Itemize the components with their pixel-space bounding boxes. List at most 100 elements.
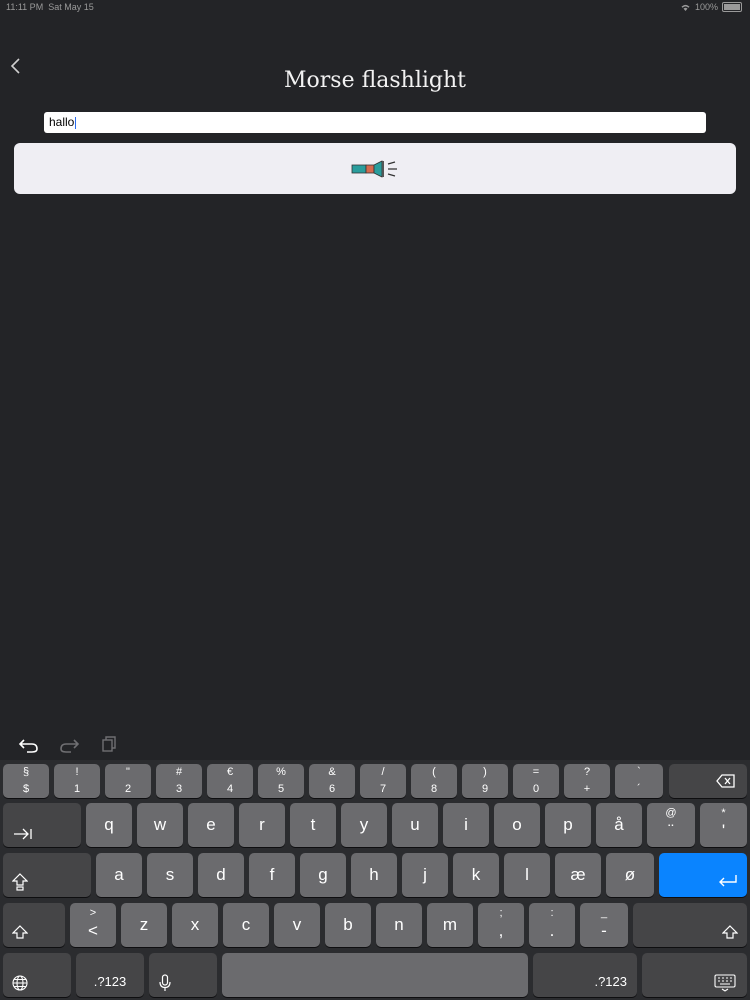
key-bottom-char: , <box>498 921 504 940</box>
key-o[interactable]: o <box>494 803 540 847</box>
key-d[interactable]: d <box>198 853 244 897</box>
message-input[interactable]: hallo <box>44 112 706 133</box>
key-char: e <box>206 815 216 834</box>
key-f[interactable]: f <box>249 853 295 897</box>
key-u[interactable]: u <box>392 803 438 847</box>
key-char: c <box>241 915 251 934</box>
numbers-key-left[interactable]: .?123 <box>76 953 144 997</box>
wifi-icon <box>681 4 690 11</box>
key-q[interactable]: q <box>86 803 132 847</box>
paste-button[interactable] <box>98 734 120 754</box>
key-number-6[interactable]: & 6 <box>309 764 355 798</box>
key-char: æ <box>570 865 586 884</box>
key-number-8[interactable]: (8 <box>411 764 457 798</box>
keyboard-toolbar <box>0 728 750 760</box>
globe-key[interactable] <box>3 953 71 997</box>
key-bottom-char: 7 <box>379 783 387 795</box>
key-bottom-char: ´ <box>637 783 641 795</box>
status-bar: 11:11 PM Sat May 15 100% <box>0 0 750 16</box>
key-z[interactable]: z <box>121 903 167 947</box>
flashlight-icon <box>351 159 397 178</box>
shift-right-key[interactable] <box>633 903 747 947</box>
key-number-10[interactable]: = 0 <box>513 764 559 798</box>
key-y[interactable]: y <box>341 803 387 847</box>
space-key[interactable] <box>222 953 528 997</box>
key-h[interactable]: h <box>351 853 397 897</box>
backspace-key[interactable] <box>669 764 747 798</box>
shift-left-key[interactable] <box>3 903 65 947</box>
key-l[interactable]: l <box>504 853 550 897</box>
key-r[interactable]: r <box>239 803 285 847</box>
key-ae[interactable]: æ <box>555 853 601 897</box>
undo-button[interactable] <box>18 734 40 754</box>
key-char: l <box>525 865 529 884</box>
key-aa[interactable]: å <box>596 803 642 847</box>
hide-keyboard-key[interactable] <box>642 953 747 997</box>
key-number-1[interactable]: ! 1 <box>54 764 100 798</box>
key-greater-less[interactable]: > < <box>70 903 116 947</box>
key-number-11[interactable]: ? + <box>564 764 610 798</box>
key-j[interactable]: j <box>402 853 448 897</box>
key-top-char: / <box>381 766 385 778</box>
key-v[interactable]: v <box>274 903 320 947</box>
key-number-3[interactable]: #3 <box>156 764 202 798</box>
key-k[interactable]: k <box>453 853 499 897</box>
tab-icon <box>14 828 32 840</box>
key-top-char: € <box>226 766 234 778</box>
status-time-date: 11:11 PM Sat May 15 <box>6 2 94 12</box>
key-number-4[interactable]: €4 <box>207 764 253 798</box>
key-number-5[interactable]: % 5 <box>258 764 304 798</box>
key-n[interactable]: n <box>376 903 422 947</box>
redo-icon <box>60 739 80 753</box>
key-i[interactable]: i <box>443 803 489 847</box>
return-key[interactable] <box>659 853 747 897</box>
key-bottom-char: ' <box>721 821 726 840</box>
status-time: 11:11 PM <box>6 2 44 12</box>
key-w[interactable]: w <box>137 803 183 847</box>
key-t[interactable]: t <box>290 803 336 847</box>
key-a[interactable]: a <box>96 853 142 897</box>
key-char: v <box>292 915 302 934</box>
key-number-0[interactable]: § $ <box>3 764 49 798</box>
caps-lock-key[interactable] <box>3 853 91 897</box>
key-p[interactable]: p <box>545 803 591 847</box>
key-char: k <box>471 865 481 884</box>
key-c[interactable]: c <box>223 903 269 947</box>
key-number-2[interactable]: " 2 <box>105 764 151 798</box>
key-underscore[interactable]: _ - <box>580 903 628 947</box>
key-number-9[interactable]: ) 9 <box>462 764 508 798</box>
tab-key[interactable] <box>3 803 81 847</box>
key-bottom-char: $ <box>22 783 30 795</box>
redo-button[interactable] <box>58 734 80 754</box>
key-char: u <box>410 815 420 834</box>
key-e[interactable]: e <box>188 803 234 847</box>
key-g[interactable]: g <box>300 853 346 897</box>
key-bottom-char: 5 <box>277 783 285 795</box>
key-m[interactable]: m <box>427 903 473 947</box>
key-semicolon[interactable]: ;, <box>478 903 524 947</box>
key-bottom-char: 3 <box>175 783 183 795</box>
key-bottom-char: . <box>549 921 555 940</box>
key-number-7[interactable]: /7 <box>360 764 406 798</box>
return-icon <box>719 875 737 887</box>
numbers-key-right[interactable]: .?123 <box>533 953 637 997</box>
key-at[interactable]: @ ¨ <box>647 803 695 847</box>
key-number-12[interactable]: ` ´ <box>615 764 663 798</box>
dictation-key[interactable] <box>149 953 217 997</box>
key-bottom-char: 6 <box>328 783 336 795</box>
key-x[interactable]: x <box>172 903 218 947</box>
shift-icon <box>722 925 738 939</box>
key-asterisk[interactable]: * ' <box>700 803 747 847</box>
keyboard: § $ ! 1 " 2 #3 €4 % 5 & 6 /7 (8 ) 9 = 0 ? + ` ´ q… <box>0 760 750 1000</box>
key-label: .?123 <box>93 974 127 989</box>
key-colon[interactable]: :. <box>529 903 575 947</box>
key-top-char: * <box>721 807 726 819</box>
keyboard-dismiss-icon <box>714 974 736 992</box>
key-bottom-char: 4 <box>226 783 234 795</box>
key-top-char: ) <box>483 766 487 778</box>
key-char: a <box>114 865 124 884</box>
key-oe[interactable]: ø <box>606 853 654 897</box>
flash-button[interactable] <box>14 143 736 194</box>
key-s[interactable]: s <box>147 853 193 897</box>
key-b[interactable]: b <box>325 903 371 947</box>
